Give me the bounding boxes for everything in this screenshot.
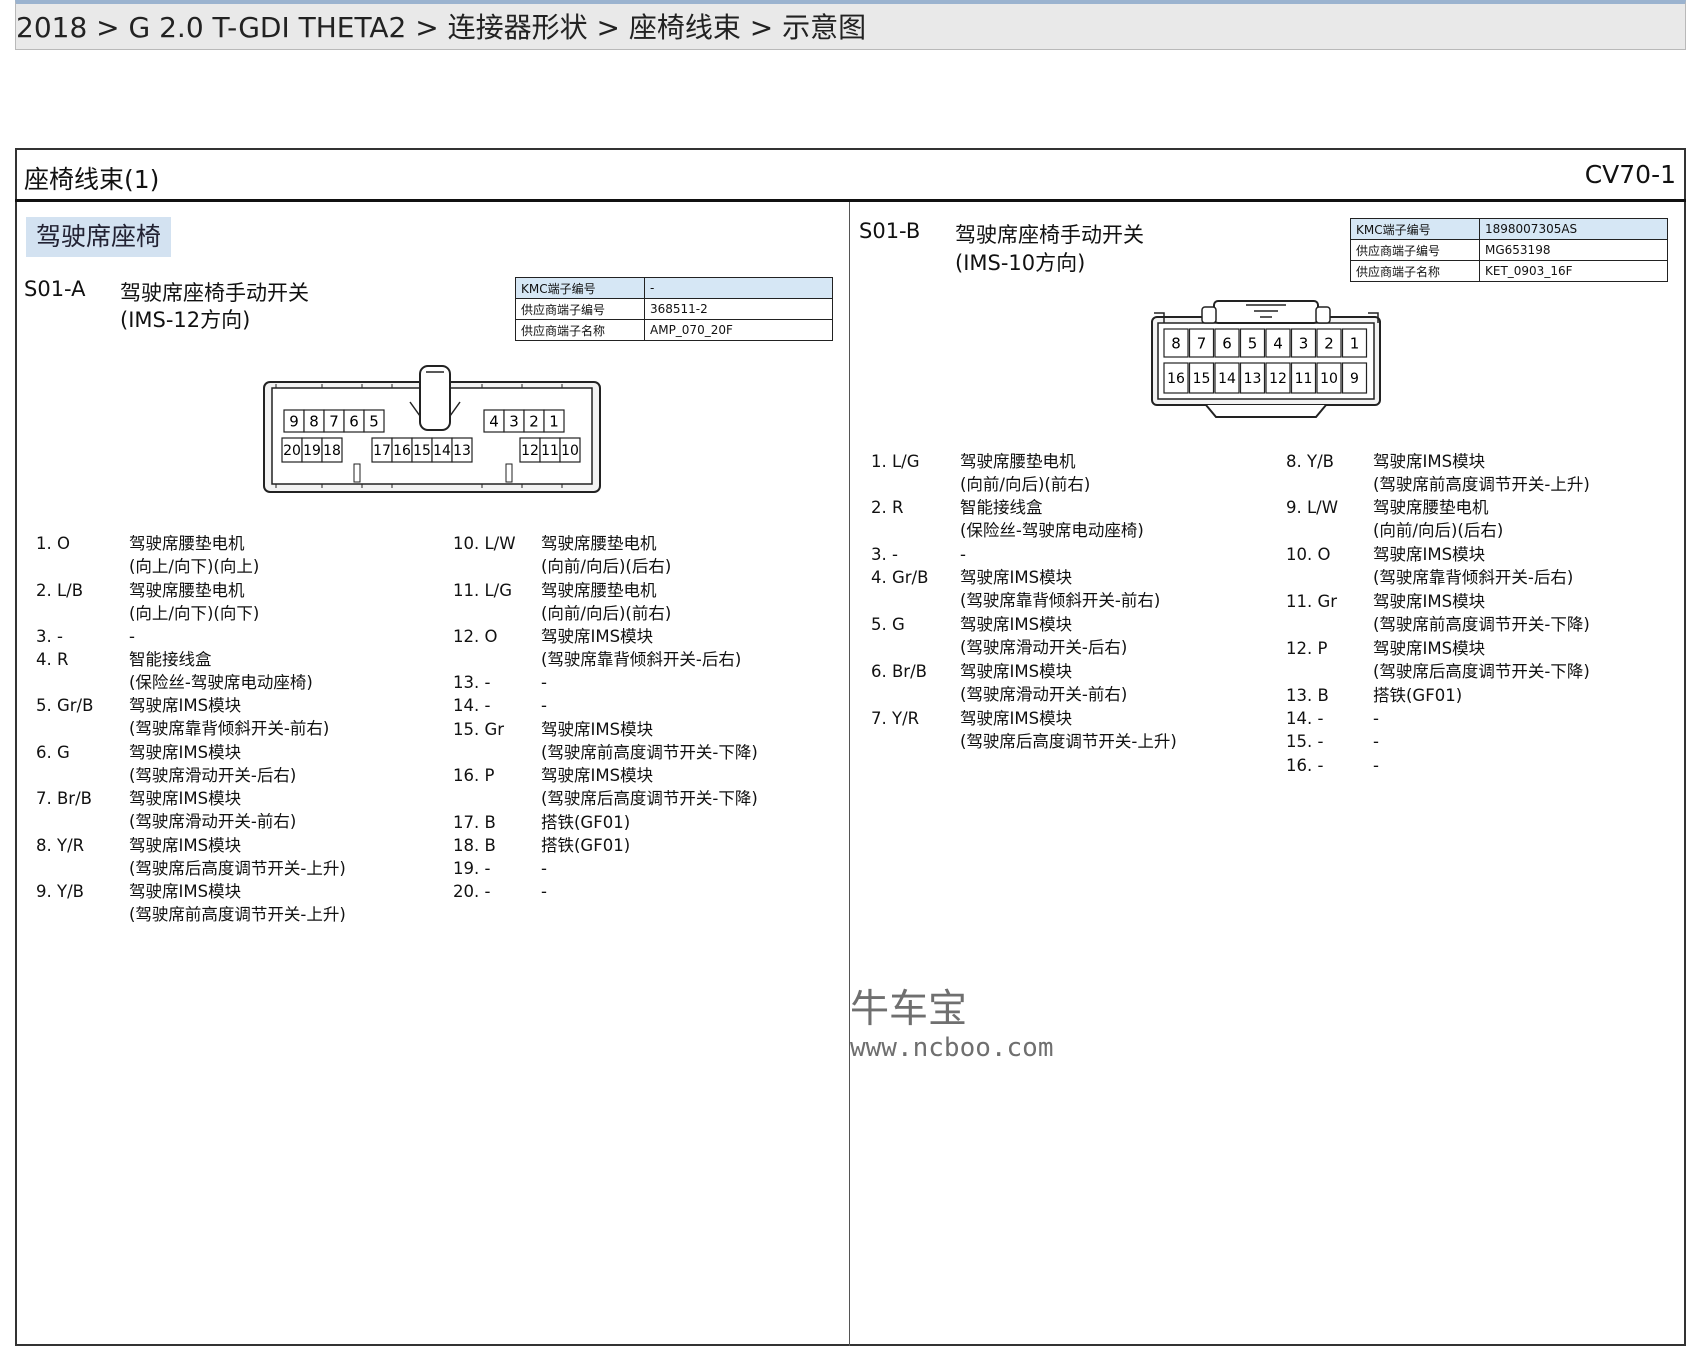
- connector-diagram-left: 98765 4321 20 19 18 17 16 15 14 13 12 11 10: [263, 365, 601, 493]
- pin-bottom-left-number: 16: [393, 443, 411, 459]
- bottom-pin-row-left: 20 19 18 17 16 15 14 13 12 11 10: [281, 437, 581, 463]
- pin-top-left-number: 7: [329, 412, 339, 430]
- kmc-value: 1898007305AS: [1479, 218, 1668, 240]
- pin-bottom-left-number: 14: [433, 443, 451, 459]
- supplier-name-value: KET_0903_16F: [1479, 260, 1668, 282]
- supplier-name-label: 供应商端子名称: [1350, 260, 1480, 282]
- watermark-logo: 牛车宝: [850, 987, 968, 1032]
- pin-bottom-left-number: 20: [283, 443, 301, 459]
- pin-top-left-number: 9: [289, 412, 299, 430]
- pin-bottom-right-number: 12: [1269, 371, 1287, 387]
- pin-top-right-number: 8: [1171, 334, 1181, 352]
- pin-bottom-right-number: 13: [1244, 371, 1262, 387]
- supplier-no-label: 供应商端子编号: [515, 298, 645, 320]
- pin-top-right-number: 2: [1324, 334, 1334, 352]
- connector-diagram-right: 87654321 16 15 14 13 12 11 10 9: [1151, 300, 1381, 418]
- pin-top-right-number: 4: [1273, 334, 1283, 352]
- supplier-no-value: MG653198: [1479, 239, 1668, 261]
- sheet-frame: [15, 148, 1686, 1346]
- pin-top-left-number: 6: [349, 412, 359, 430]
- title-divider: [15, 199, 1686, 202]
- kmc-value: -: [644, 277, 833, 299]
- pin-top-right-number: 7: [1197, 334, 1207, 352]
- supplier-name-label: 供应商端子名称: [515, 319, 645, 341]
- pin-bottom-right-number: 9: [1350, 371, 1359, 387]
- pin-top-left-number: 2: [529, 412, 539, 430]
- column-divider: [849, 202, 850, 1346]
- sheet-code: CV70-1: [1584, 160, 1676, 189]
- pin-bottom-right-number: 14: [1218, 371, 1236, 387]
- pin-bottom-right-number: 10: [1320, 371, 1338, 387]
- connector-id-left: S01-A: [24, 277, 86, 301]
- pin-bottom-right-number: 16: [1167, 371, 1185, 387]
- pin-bottom-left-number: 10: [561, 443, 579, 459]
- connector-direction-right: (IMS-10方向): [955, 251, 1086, 275]
- pin-bottom-left-number: 17: [373, 443, 391, 459]
- sheet-title: 座椅线束(1): [24, 165, 160, 194]
- watermark-url: www.ncboo.com: [850, 1033, 1054, 1063]
- pin-top-right-number: 5: [1248, 334, 1258, 352]
- pin-top-left-number: 8: [309, 412, 319, 430]
- connector-name-left: 驾驶席座椅手动开关: [120, 281, 309, 305]
- section-tag: 驾驶席座椅: [26, 217, 172, 257]
- kmc-label: KMC端子编号: [515, 277, 645, 299]
- connector-direction-left: (IMS-12方向): [120, 308, 251, 332]
- pin-top-right-number: 1: [1350, 334, 1360, 352]
- pin-bottom-left-number: 19: [303, 443, 321, 459]
- pin-bottom-right-number: 15: [1193, 371, 1211, 387]
- supplier-no-label: 供应商端子编号: [1350, 239, 1480, 261]
- pin-top-right-number: 3: [1299, 334, 1309, 352]
- pin-bottom-left-number: 12: [521, 443, 539, 459]
- supplier-no-value: 368511-2: [644, 298, 833, 320]
- kmc-label: KMC端子编号: [1350, 218, 1480, 240]
- connector-name-right: 驾驶席座椅手动开关: [955, 223, 1144, 247]
- pin-top-right-number: 6: [1222, 334, 1232, 352]
- pin-top-left-number: 3: [509, 412, 519, 430]
- supplier-name-value: AMP_070_20F: [644, 319, 833, 341]
- breadcrumb[interactable]: 2018 > G 2.0 T-GDI THETA2 > 连接器形状 > 座椅线束…: [16, 6, 866, 46]
- connector-id-right: S01-B: [859, 219, 921, 243]
- pin-bottom-left-number: 15: [413, 443, 431, 459]
- pin-bottom-left-number: 11: [541, 443, 559, 459]
- connector-info-table-right: KMC端子编号 1898007305AS 供应商端子编号 MG653198 供应商端…: [1350, 218, 1668, 282]
- pin-top-left-number: 1: [549, 412, 559, 430]
- pin-bottom-left-number: 18: [323, 443, 341, 459]
- pin-bottom-right-number: 11: [1295, 371, 1313, 387]
- pin-top-left-number: 4: [489, 412, 499, 430]
- pin-bottom-left-number: 13: [453, 443, 471, 459]
- connector-info-table-left: KMC端子编号 - 供应商端子编号 368511-2 供应商端子名称 AMP_070_…: [515, 277, 833, 341]
- pin-top-left-number: 5: [369, 412, 379, 430]
